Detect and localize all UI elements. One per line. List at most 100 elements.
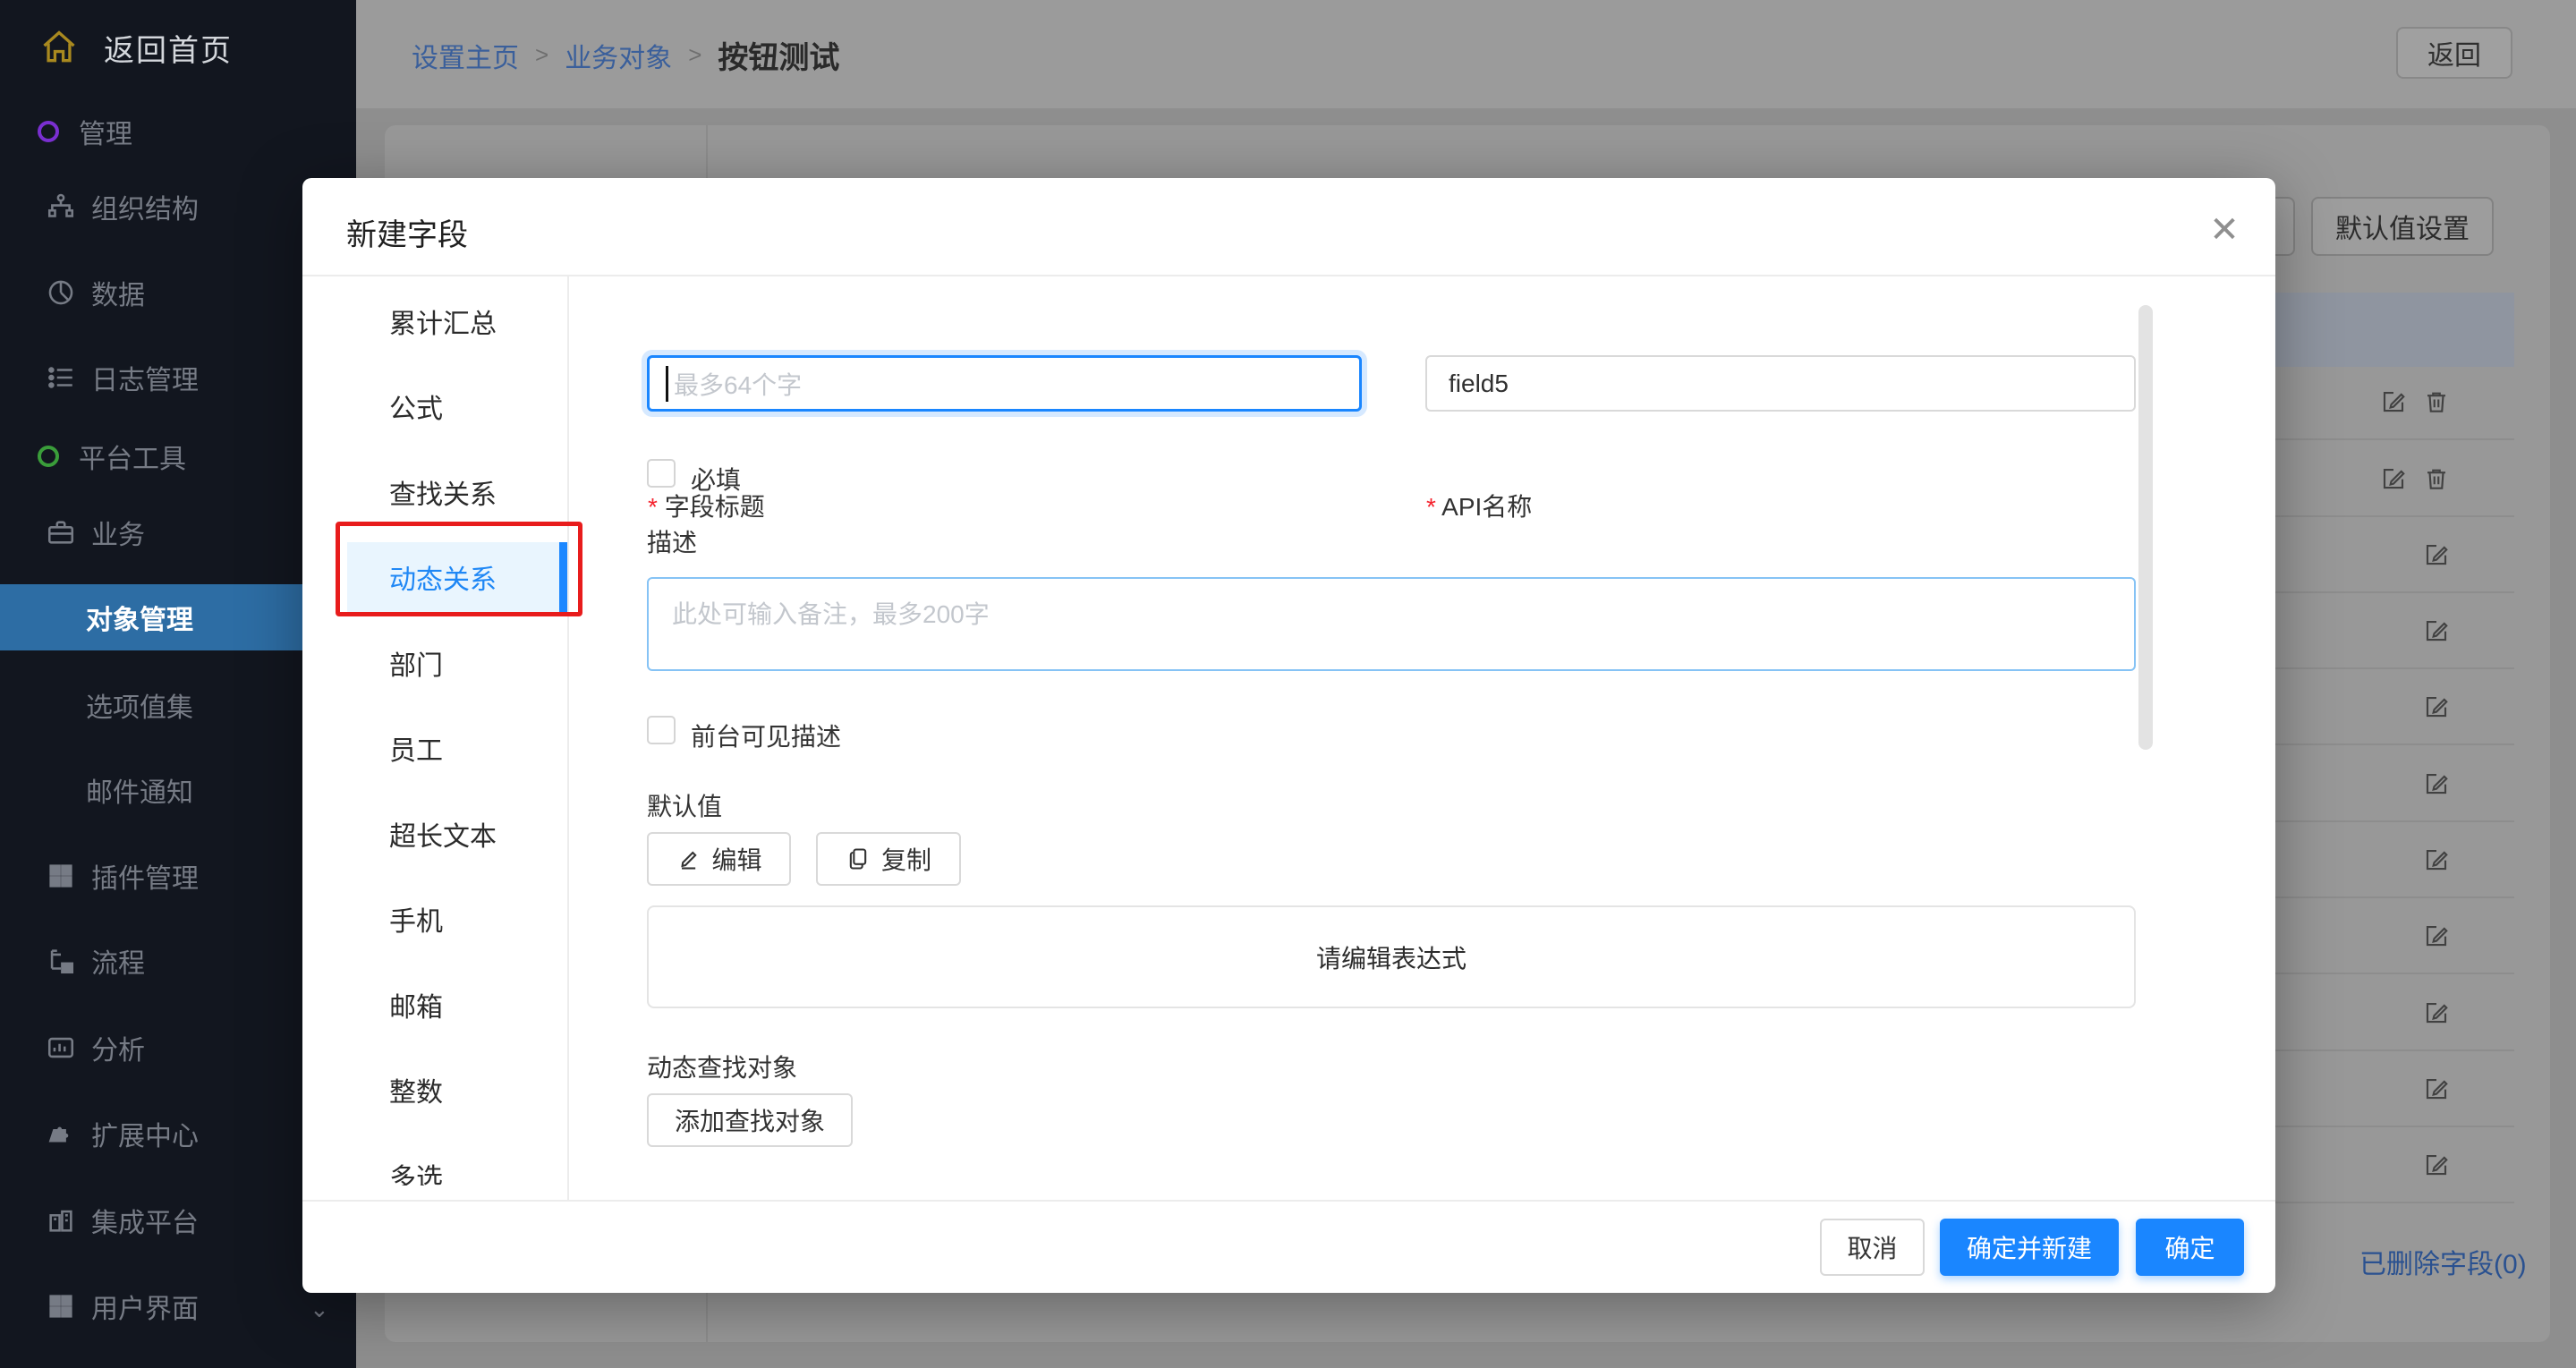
home-icon	[39, 28, 79, 67]
sidebar-item-label: 平台工具	[79, 437, 186, 476]
copy-icon	[846, 846, 871, 871]
chevron-down-icon[interactable]: ⌄	[310, 1296, 329, 1323]
front-visible-checkbox[interactable]	[647, 716, 676, 744]
tab-7[interactable]: 超长文本	[302, 791, 567, 877]
briefcase-icon	[43, 517, 79, 548]
field-type-tab-list: 累计汇总公式查找关系动态关系部门员工超长文本手机邮箱整数多选	[302, 278, 567, 1185]
required-checkbox[interactable]	[647, 459, 676, 488]
modal-header-divider	[302, 275, 2275, 276]
tabs-divider	[567, 276, 569, 1200]
field-title-placeholder: 最多64个字	[674, 366, 802, 402]
tab-5[interactable]: 部门	[302, 620, 567, 706]
tab-label: 手机	[389, 899, 443, 939]
chart-icon	[43, 1032, 79, 1063]
tab-label: 整数	[389, 1070, 443, 1109]
breadcrumb-business-object[interactable]: 业务对象	[565, 36, 672, 75]
edit-icon[interactable]	[2423, 617, 2450, 644]
sidebar-item-label: 组织结构	[91, 187, 199, 226]
ring-purple-icon	[30, 121, 66, 142]
sidebar-item-label: 管理	[79, 112, 132, 151]
grid-icon	[43, 861, 79, 891]
page-title: 按钮测试	[718, 33, 839, 77]
front-visible-label: 前台可见描述	[691, 718, 841, 753]
edit-icon[interactable]	[2423, 1075, 2450, 1102]
sidebar-item-label: 对象管理	[86, 598, 193, 637]
tab-11[interactable]: 多选	[302, 1133, 567, 1185]
api-name-input[interactable]: field5	[1425, 355, 2136, 412]
modal-footer-divider	[302, 1200, 2275, 1202]
sidebar-item-label: 用户界面	[91, 1287, 199, 1326]
tab-label: 查找关系	[389, 472, 497, 512]
annotation-highlight-box	[336, 522, 582, 616]
description-textarea[interactable]: 此处可输入备注，最多200字	[647, 577, 2136, 671]
sidebar-item-label: 集成平台	[91, 1201, 199, 1240]
edit-button-label: 编辑	[711, 841, 761, 877]
tab-9[interactable]: 邮箱	[302, 962, 567, 1048]
edit-icon[interactable]	[2423, 693, 2450, 720]
modal-scrollbar[interactable]	[2138, 305, 2153, 750]
tab-10[interactable]: 整数	[302, 1048, 567, 1134]
expression-editor-box[interactable]: 请编辑表达式	[647, 905, 2136, 1008]
description-label: 描述	[647, 523, 697, 559]
puzzle-icon	[43, 1118, 79, 1149]
tab-label: 公式	[389, 387, 443, 426]
sidebar-item-1[interactable]: 管理	[0, 98, 356, 165]
breadcrumb-settings-home[interactable]: 设置主页	[412, 36, 519, 75]
edit-icon[interactable]	[2423, 922, 2450, 949]
grid-icon	[43, 1291, 79, 1321]
edit-icon[interactable]	[2423, 999, 2450, 1026]
tab-1[interactable]: 累计汇总	[302, 278, 567, 364]
sidebar-item-label: 流程	[91, 941, 145, 981]
new-field-modal: 新建字段 ✕ 累计汇总公式查找关系动态关系部门员工超长文本手机邮箱整数多选 字段…	[302, 178, 2275, 1293]
trash-icon[interactable]	[2423, 465, 2450, 492]
tab-2[interactable]: 公式	[302, 364, 567, 450]
add-lookup-object-button[interactable]: 添加查找对象	[647, 1093, 853, 1147]
sidebar-item-home[interactable]: 返回首页	[0, 14, 356, 81]
sidebar-item-label: 返回首页	[104, 26, 233, 70]
sidebar-item-label: 日志管理	[91, 358, 199, 397]
tab-label: 邮箱	[389, 985, 443, 1024]
edit-icon[interactable]	[2423, 770, 2450, 797]
copy-button-label: 复制	[881, 841, 931, 877]
confirm-button[interactable]: 确定	[2136, 1219, 2244, 1276]
trash-icon[interactable]	[2423, 388, 2450, 415]
sidebar-item-label: 选项值集	[86, 685, 193, 725]
copy-expression-button[interactable]: 复制	[816, 832, 961, 886]
sidebar-item-label: 业务	[91, 513, 145, 552]
edit-icon[interactable]	[2423, 1151, 2450, 1178]
flow-icon	[43, 946, 79, 976]
tab-8[interactable]: 手机	[302, 877, 567, 963]
top-bar: 设置主页 > 业务对象 > 按钮测试 返回	[356, 0, 2576, 110]
sidebar-item-label: 数据	[91, 273, 145, 312]
confirm-and-new-button[interactable]: 确定并新建	[1940, 1219, 2119, 1276]
edit-icon[interactable]	[2423, 541, 2450, 568]
field-title-input[interactable]: 最多64个字	[647, 355, 1362, 412]
tab-6[interactable]: 员工	[302, 706, 567, 792]
ring-green-icon	[30, 446, 66, 467]
list-icon	[43, 362, 79, 393]
tab-label: 超长文本	[389, 814, 497, 854]
breadcrumb-separator-icon: >	[688, 41, 701, 69]
tab-label: 部门	[389, 643, 443, 683]
breadcrumb-separator-icon: >	[535, 41, 548, 69]
api-name-label: API名称	[1426, 488, 1532, 523]
back-button[interactable]: 返回	[2396, 27, 2512, 79]
default-value-settings-button[interactable]: 默认值设置	[2311, 197, 2494, 256]
text-caret	[666, 366, 668, 402]
pie-icon	[43, 277, 79, 308]
edit-icon[interactable]	[2380, 388, 2407, 415]
edit-expression-button[interactable]: 编辑	[647, 832, 791, 886]
sidebar-item-label: 分析	[91, 1028, 145, 1067]
org-icon	[43, 191, 79, 222]
edit-icon[interactable]	[2380, 465, 2407, 492]
sidebar-item-label: 邮件通知	[86, 770, 193, 810]
required-label: 必填	[691, 461, 741, 497]
cancel-button[interactable]: 取消	[1820, 1219, 1925, 1276]
description-placeholder: 此处可输入备注，最多200字	[672, 595, 990, 631]
breadcrumb: 设置主页 > 业务对象 > 按钮测试	[412, 0, 839, 110]
modal-title: 新建字段	[346, 210, 468, 254]
edit-icon[interactable]	[2423, 846, 2450, 873]
pencil-icon	[676, 846, 701, 871]
close-icon[interactable]: ✕	[2198, 203, 2251, 257]
deleted-fields-link[interactable]: 已删除字段(0)	[2359, 1242, 2527, 1281]
